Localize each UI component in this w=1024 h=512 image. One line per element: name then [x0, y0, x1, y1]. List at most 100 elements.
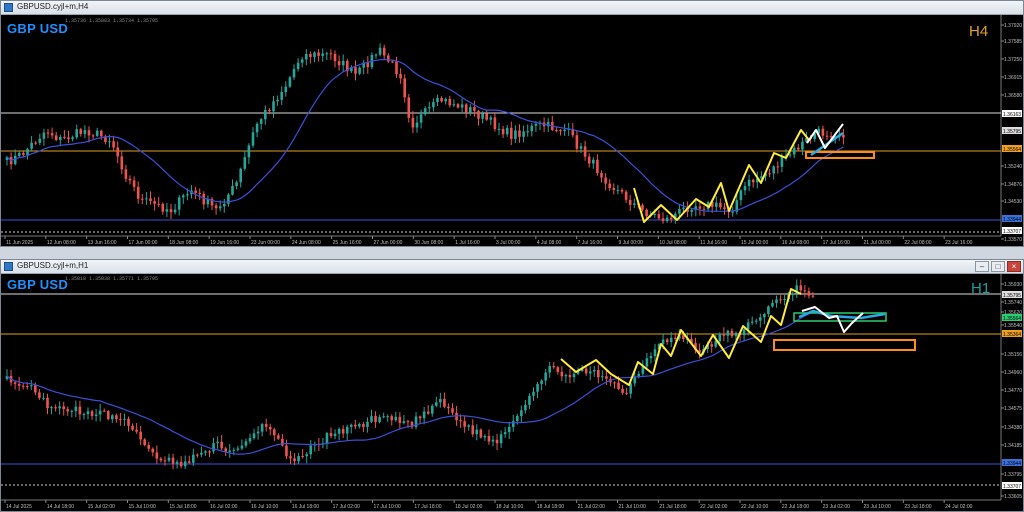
- candle-body: [501, 128, 505, 135]
- candle-body: [750, 321, 754, 323]
- candle-body: [491, 439, 495, 442]
- time-label: 18 Jun 08:00: [169, 240, 198, 246]
- time-label: 24 Jul 02:00: [945, 504, 972, 510]
- candle-body: [108, 141, 111, 143]
- candle-body: [251, 132, 255, 146]
- candle-body: [120, 156, 124, 170]
- candle-body: [136, 186, 140, 199]
- candle-body: [673, 337, 677, 339]
- candle-body: [240, 445, 244, 449]
- candle-body: [719, 202, 722, 208]
- time-label: 27 Jun 00:00: [374, 240, 403, 246]
- time-label: 3 Jul 00:00: [496, 240, 521, 246]
- candle-body: [30, 385, 33, 387]
- candle-body: [17, 383, 21, 386]
- candle-body: [730, 330, 734, 337]
- candle-body: [277, 435, 280, 439]
- timeframe-label: H1: [971, 280, 991, 297]
- h1-chart-canvas[interactable]: 1.359301.357951.357401.356201.355641.355…: [1, 274, 1023, 511]
- candle-body: [151, 448, 155, 453]
- candle-body: [520, 410, 523, 416]
- time-label: 11 Jun 2025: [6, 240, 33, 246]
- candle-body: [132, 180, 136, 187]
- time-label: 17 Jul 18:00: [414, 504, 441, 510]
- candle-body: [280, 92, 283, 100]
- candle-body: [608, 183, 611, 189]
- time-label: 22 Jul 08:00: [904, 240, 931, 246]
- candle-body: [78, 406, 82, 415]
- candle-body: [94, 414, 98, 416]
- candle-body: [159, 458, 163, 461]
- candle-body: [38, 392, 41, 398]
- candle-body: [182, 195, 185, 198]
- candle-body: [451, 408, 454, 413]
- candle-body: [171, 457, 175, 464]
- candle-body: [398, 416, 402, 424]
- candle-body: [208, 451, 211, 453]
- h4-window-titlebar[interactable]: GBPUSD.cyjl+m,H4: [1, 1, 1023, 15]
- candle-body: [678, 208, 681, 214]
- candle-body: [349, 424, 353, 427]
- candle-body: [754, 320, 758, 322]
- time-label: 16 Jul 18:00: [292, 504, 319, 510]
- candle-body: [776, 166, 780, 168]
- candle-body: [321, 53, 324, 56]
- candle-body: [317, 52, 320, 56]
- h4-window-title: GBPUSD.cyjl+m,H4: [17, 2, 89, 11]
- candle-body: [592, 369, 596, 372]
- time-label: 24 Jun 08:00: [292, 240, 321, 246]
- chart-window-icon: [4, 262, 13, 271]
- close-button[interactable]: ×: [1007, 261, 1021, 272]
- price-label: 1.37585: [1004, 39, 1022, 45]
- candle-body: [300, 59, 304, 63]
- candle-body: [564, 375, 568, 377]
- orange-zone-box: [773, 339, 916, 351]
- candle-body: [228, 450, 232, 452]
- candle-body: [443, 398, 446, 407]
- candle-body: [483, 435, 487, 438]
- price-label: 1.34575: [1004, 406, 1022, 412]
- price-label: 1.34770: [1004, 388, 1022, 394]
- candle-body: [252, 433, 256, 439]
- candle-body: [30, 142, 33, 149]
- h1-chart-window[interactable]: GBPUSD.cyjl+m,H1 – □ × 1.35930 1.35795 1.3…: [0, 259, 1024, 512]
- candle-body: [128, 178, 132, 181]
- candle-body: [746, 322, 750, 330]
- candle-body: [149, 198, 152, 202]
- candle-body: [497, 128, 501, 130]
- candle-body: [821, 128, 825, 136]
- time-label: 4 Jul 08:00: [537, 240, 562, 246]
- candle-body: [390, 416, 394, 421]
- candle-body: [665, 339, 669, 343]
- candle-body: [402, 421, 406, 424]
- candle-body: [341, 60, 345, 66]
- candle-body: [444, 98, 447, 102]
- maximize-button[interactable]: □: [991, 261, 1005, 272]
- candle-body: [645, 209, 648, 217]
- candle-body: [471, 425, 475, 435]
- candle-body: [657, 214, 661, 219]
- minimize-button[interactable]: –: [975, 261, 989, 272]
- candle-body: [285, 445, 288, 457]
- candle-body: [592, 159, 595, 164]
- candle-body: [305, 53, 308, 60]
- h1-window-title: GBPUSD.cyjl+m,H1: [17, 261, 89, 270]
- candle-body: [485, 113, 488, 120]
- candle-body: [187, 461, 191, 463]
- candle-body: [842, 134, 845, 138]
- candle-body: [669, 337, 673, 343]
- h4-chart-window[interactable]: GBPUSD.cyjl+m,H4 1.37920 1.37585 1.37250 1.…: [0, 0, 1024, 247]
- h4-chart-canvas[interactable]: 1.37920 1.37585 1.37250 1.36915 1.36580 1.361…: [1, 15, 1023, 246]
- candle-body: [145, 198, 148, 200]
- candle-body: [329, 433, 333, 437]
- candle-body: [649, 356, 653, 359]
- candle-body: [624, 191, 628, 200]
- candle-body: [715, 202, 718, 207]
- h1-window-titlebar[interactable]: GBPUSD.cyjl+m,H1 – □ ×: [1, 260, 1023, 274]
- candle-body: [747, 179, 751, 187]
- candle-body: [292, 69, 296, 78]
- candle-body: [439, 398, 442, 403]
- candle-body: [428, 107, 431, 109]
- candle-body: [382, 416, 385, 418]
- candle-body: [119, 419, 122, 421]
